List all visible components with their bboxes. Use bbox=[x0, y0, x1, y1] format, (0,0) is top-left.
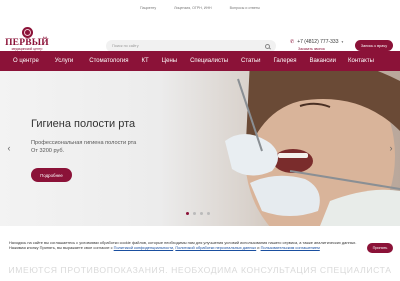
accept-cookies-button[interactable]: Принять bbox=[367, 243, 393, 253]
phone-number[interactable]: ✆ +7 (4812) 777-333 ▾ bbox=[290, 39, 343, 45]
nav-item-gallery[interactable]: Галерея bbox=[274, 58, 297, 64]
hero-subtitle-text: Профессиональная гигиена полости рта bbox=[31, 140, 137, 146]
search-placeholder: Поиск по сайту bbox=[112, 44, 139, 48]
personal-data-policy-link[interactable]: Политикой обработки персональных данных bbox=[175, 245, 256, 250]
search-icon[interactable] bbox=[265, 43, 270, 49]
nav-item-ct[interactable]: КТ bbox=[142, 58, 149, 64]
top-link-patients[interactable]: Пациенту bbox=[140, 6, 156, 10]
cookie-banner: Находясь на сайте вы соглашаетесь с усло… bbox=[0, 230, 400, 262]
appointment-button[interactable]: Запись к врачу bbox=[355, 40, 393, 51]
slider-dots bbox=[186, 212, 210, 215]
hero-teeth bbox=[278, 153, 308, 158]
user-agreement-link[interactable]: Пользовательским соглашением bbox=[261, 245, 320, 250]
slider-next-icon[interactable]: › bbox=[386, 143, 396, 153]
phone-icon: ✆ bbox=[290, 39, 295, 45]
phone-text: +7 (4812) 777-333 bbox=[297, 39, 339, 45]
nav-item-articles[interactable]: Статьи bbox=[241, 58, 260, 64]
logo-emblem-icon bbox=[21, 27, 33, 38]
logo[interactable]: ПЕРВЫЙ медицинский центр bbox=[5, 27, 49, 51]
nav-item-dentistry[interactable]: Стоматология bbox=[89, 58, 128, 64]
main-nav: О центре Услуги Стоматология КТ Цены Спе… bbox=[0, 51, 400, 71]
privacy-policy-link[interactable]: Политикой конфиденциальности bbox=[114, 245, 174, 250]
cookie-text: Находясь на сайте вы соглашаетесь с усло… bbox=[9, 240, 357, 250]
slider-dot[interactable] bbox=[200, 212, 203, 215]
slider-dot[interactable] bbox=[207, 212, 210, 215]
hero-slider: Гигиена полости рта Профессиональная гиг… bbox=[0, 71, 400, 226]
top-link-license[interactable]: Лицензия, ОГРН, ИНН bbox=[174, 6, 211, 10]
nav-item-prices[interactable]: Цены bbox=[162, 58, 177, 64]
hero-mouth bbox=[273, 149, 313, 173]
contact-block: ✆ +7 (4812) 777-333 ▾ Заказать звонок bbox=[290, 39, 343, 51]
nav-item-about[interactable]: О центре bbox=[13, 58, 39, 64]
slider-dot[interactable] bbox=[193, 212, 196, 215]
hero-more-button[interactable]: Подробнее bbox=[31, 168, 72, 182]
top-links-bar: Пациенту Лицензия, ОГРН, ИНН Вопросы и о… bbox=[0, 0, 400, 15]
chevron-down-icon[interactable]: ▾ bbox=[342, 40, 344, 44]
slider-prev-icon[interactable]: ‹ bbox=[4, 143, 14, 153]
hero-subtitle: Профессиональная гигиена полости рта От … bbox=[31, 139, 136, 155]
cookie-text-and: и bbox=[257, 245, 260, 250]
nav-item-services[interactable]: Услуги bbox=[55, 58, 73, 64]
medical-disclaimer: ИМЕЮТСЯ ПРОТИВОПОКАЗАНИЯ. НЕОБХОДИМА КОН… bbox=[8, 265, 392, 275]
hero-title: Гигиена полости рта bbox=[31, 118, 136, 130]
top-link-faq[interactable]: Вопросы и ответы bbox=[230, 6, 260, 10]
nav-item-specialists[interactable]: Специалисты bbox=[190, 58, 228, 64]
slider-dot[interactable] bbox=[186, 212, 189, 215]
logo-title: ПЕРВЫЙ bbox=[5, 38, 49, 48]
nav-item-contacts[interactable]: Контакты bbox=[348, 58, 374, 64]
hero-price: От 3200 руб. bbox=[31, 148, 65, 154]
nav-item-vacancies[interactable]: Вакансии bbox=[310, 58, 336, 64]
header: ПЕРВЫЙ медицинский центр Поиск по сайту … bbox=[0, 15, 400, 52]
